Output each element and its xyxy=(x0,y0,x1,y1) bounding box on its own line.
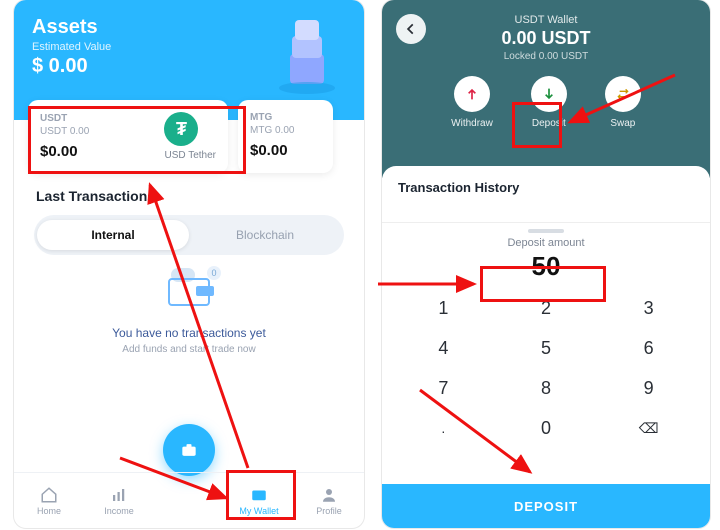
key-3[interactable]: 3 xyxy=(597,288,700,328)
arrow-up-icon xyxy=(464,86,480,102)
tab-internal[interactable]: Internal xyxy=(37,220,189,250)
nav-home[interactable]: Home xyxy=(14,473,84,528)
swap-button[interactable]: Swap xyxy=(605,76,641,129)
wallet-header: USDT Wallet 0.00 USDT Locked 0.00 USDT W… xyxy=(382,0,710,178)
wallet-name: USDT Wallet xyxy=(382,14,710,26)
deposit-amount-label: Deposit amount xyxy=(382,237,710,249)
wallet-balance: 0.00 USDT xyxy=(382,28,710,49)
asset-card-mtg[interactable]: MTG MTG 0.00 $0.00 xyxy=(238,100,333,173)
arrow-down-icon xyxy=(541,86,557,102)
empty-state: 0 You have no transactions yet Add funds… xyxy=(14,268,364,355)
tx-count-badge: 0 xyxy=(207,266,221,280)
profile-icon xyxy=(320,486,338,504)
annotation-box xyxy=(226,470,296,520)
key-6[interactable]: 6 xyxy=(597,328,700,368)
assets-illustration xyxy=(262,6,352,96)
action-label: Swap xyxy=(610,118,635,129)
empty-title: You have no transactions yet xyxy=(14,326,364,340)
empty-subtitle: Add funds and start trade now xyxy=(14,344,364,355)
nav-income[interactable]: Income xyxy=(84,473,154,528)
swap-icon xyxy=(615,86,631,102)
briefcase-icon xyxy=(179,440,199,460)
asset-symbol: MTG xyxy=(250,112,321,123)
tx-tabs: Internal Blockchain xyxy=(34,215,344,255)
asset-usd: $0.00 xyxy=(250,142,321,159)
chart-icon xyxy=(110,486,128,504)
wallet-locked: Locked 0.00 USDT xyxy=(382,51,710,62)
key-7[interactable]: 7 xyxy=(392,368,495,408)
home-icon xyxy=(40,486,58,504)
asset-amount: MTG 0.00 xyxy=(250,125,321,136)
numeric-keypad: 1 2 3 4 5 6 7 8 9 . 0 ⌫ xyxy=(382,282,710,448)
nav-label: Home xyxy=(37,506,61,516)
annotation-box xyxy=(512,102,562,148)
annotation-box xyxy=(28,106,246,174)
deposit-screen: USDT Wallet 0.00 USDT Locked 0.00 USDT W… xyxy=(382,0,710,528)
key-4[interactable]: 4 xyxy=(392,328,495,368)
wallet-screen: Assets Estimated Value $ 0.00 USDT USDT … xyxy=(14,0,364,528)
history-panel: Transaction History xyxy=(382,166,710,210)
fab-button[interactable] xyxy=(163,424,215,476)
key-dot[interactable]: . xyxy=(392,408,495,448)
key-9[interactable]: 9 xyxy=(597,368,700,408)
history-title: Transaction History xyxy=(398,180,694,195)
nav-label: Income xyxy=(104,506,134,516)
sheet-handle[interactable] xyxy=(528,229,564,233)
nav-spacer xyxy=(154,473,224,528)
bottom-nav: Home Income My Wallet Profile xyxy=(14,472,364,528)
key-0[interactable]: 0 xyxy=(495,408,598,448)
key-5[interactable]: 5 xyxy=(495,328,598,368)
key-backspace[interactable]: ⌫ xyxy=(597,408,700,448)
key-8[interactable]: 8 xyxy=(495,368,598,408)
tab-blockchain[interactable]: Blockchain xyxy=(189,220,341,250)
deposit-submit-button[interactable]: DEPOSIT xyxy=(382,484,710,528)
withdraw-button[interactable]: Withdraw xyxy=(451,76,493,129)
last-transactions-title: Last Transactions xyxy=(36,188,155,204)
wallet-illustration-icon: 0 xyxy=(161,268,217,308)
action-label: Withdraw xyxy=(451,118,493,129)
nav-profile[interactable]: Profile xyxy=(294,473,364,528)
annotation-box xyxy=(480,266,606,302)
nav-label: Profile xyxy=(316,506,342,516)
